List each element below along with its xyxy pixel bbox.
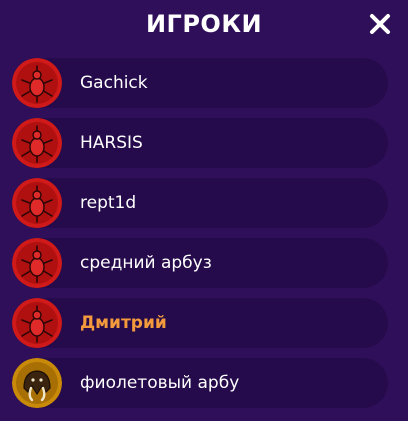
red-insect-avatar-icon [12,178,62,228]
red-insect-avatar-icon [12,58,62,108]
player-row[interactable]: rept1d [12,178,388,228]
player-name: HARSIS [80,133,143,153]
close-button[interactable] [366,10,394,38]
player-row[interactable]: Gachick [12,58,388,108]
player-name: Gachick [80,73,148,93]
player-row[interactable]: HARSIS [12,118,388,168]
red-insect-avatar-icon [12,118,62,168]
player-name-self: Дмитрий [80,313,167,333]
players-list: Gachick HARSIS rept1d средний арбуз Дмит… [12,58,388,418]
panel-title: ИГРОКИ [145,10,263,38]
player-row[interactable]: средний арбуз [12,238,388,288]
player-row[interactable]: фиолетовый арбу [12,358,388,408]
red-insect-avatar-icon [12,298,62,348]
player-name: фиолетовый арбу [80,373,240,393]
close-icon [370,14,390,34]
red-insect-avatar-icon [12,238,62,288]
player-row-self[interactable]: Дмитрий [12,298,388,348]
player-name: rept1d [80,193,137,213]
mammoth-avatar-icon [12,358,62,408]
player-name: средний арбуз [80,253,212,273]
players-panel: ИГРОКИ Gachick HARSIS rept1d средний арб… [0,0,408,421]
